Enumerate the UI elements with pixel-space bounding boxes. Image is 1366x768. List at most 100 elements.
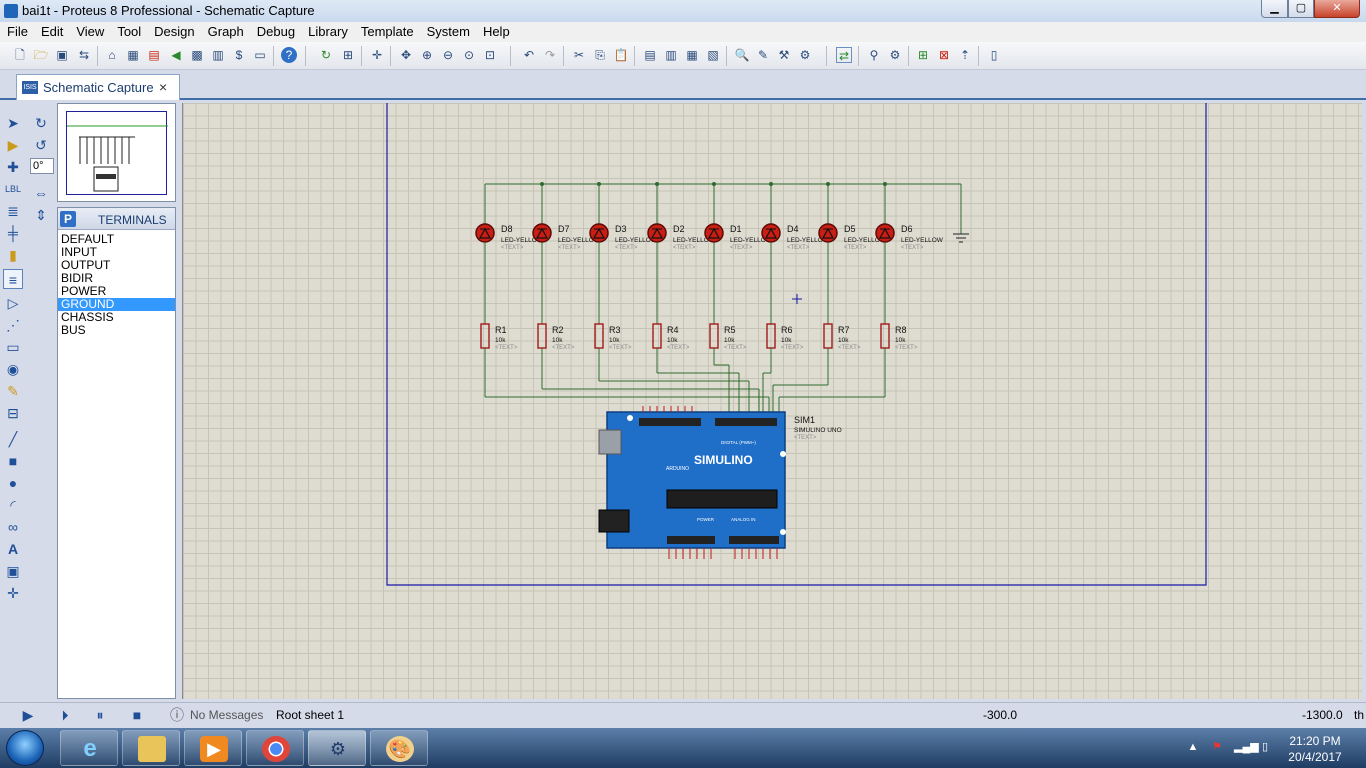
remove-sheet-icon[interactable]: ⊠ (936, 47, 952, 63)
circle-icon[interactable]: ● (3, 473, 23, 493)
menu-debug[interactable]: Debug (250, 22, 301, 39)
device-pins-icon[interactable]: ▷ (3, 293, 23, 313)
rotate-clockwise-icon[interactable]: ↻ (31, 113, 51, 133)
battery-icon[interactable]: ▯ (1258, 740, 1272, 754)
zoom-out-icon[interactable]: ⊖ (440, 47, 456, 63)
system-clock[interactable]: 21:20 PM 20/4/2017 (1280, 733, 1350, 765)
voltage-probe-icon[interactable]: ✎ (3, 381, 23, 401)
copy-icon[interactable]: ⎘ (592, 47, 608, 63)
pick-device-icon[interactable]: ✎ (755, 47, 771, 63)
block-rotate-icon[interactable]: ▦ (684, 47, 700, 63)
text-script-icon[interactable]: ≣ (3, 201, 23, 221)
menu-file[interactable]: File (0, 22, 34, 39)
action-center-icon[interactable]: ⚑ (1210, 740, 1224, 754)
menu-system[interactable]: System (420, 22, 476, 39)
undo-icon[interactable]: ↶ (521, 47, 537, 63)
bom-icon[interactable]: ▥ (210, 47, 226, 63)
play-button[interactable]: ▶ (20, 707, 36, 723)
packaging-icon[interactable]: ⚙ (797, 47, 813, 63)
pan-icon[interactable]: ✥ (398, 47, 414, 63)
graph-mode-icon[interactable]: ⋰ (3, 315, 23, 335)
origin-icon[interactable]: ✛ (369, 47, 385, 63)
import-icon[interactable]: ⇆ (76, 47, 92, 63)
rotate-anticlockwise-icon[interactable]: ↺ (31, 135, 51, 155)
tab-close-icon[interactable]: × (159, 79, 167, 95)
arc-icon[interactable]: ◜ (3, 495, 23, 515)
block-delete-icon[interactable]: ▧ (705, 47, 721, 63)
mirror-vertical-icon[interactable]: ⇕ (31, 205, 51, 225)
menu-edit[interactable]: Edit (34, 22, 69, 39)
zoom-all-icon[interactable]: ⊙ (461, 47, 477, 63)
zoom-area-icon[interactable]: ⊡ (482, 47, 498, 63)
marker-icon[interactable]: ✛ (3, 583, 23, 603)
symbol-icon[interactable]: ▣ (3, 561, 23, 581)
menu-help[interactable]: Help (476, 22, 516, 39)
taskbar-media[interactable]: ▶ (184, 730, 242, 766)
show-hidden-icons-icon[interactable]: ▲ (1186, 740, 1200, 754)
terminals-mode-icon[interactable]: ≡ (3, 269, 23, 289)
taskbar-ie[interactable]: e (60, 730, 118, 766)
tab-schematic-capture[interactable]: ISIS Schematic Capture × (16, 74, 180, 100)
pcb-icon[interactable]: ▤ (146, 47, 162, 63)
close-button[interactable]: ✕ (1314, 0, 1360, 18)
redo-icon[interactable]: ↷ (542, 47, 558, 63)
pause-button[interactable]: ⏸ (92, 707, 108, 723)
refresh-icon[interactable]: ↻ (318, 47, 334, 63)
menu-tool[interactable]: Tool (110, 22, 147, 39)
messages-status[interactable]: No Messages (190, 708, 263, 722)
subcircuit-icon[interactable]: ▮ (3, 245, 23, 265)
maximize-button[interactable]: ▢ (1288, 0, 1314, 18)
block-copy-icon[interactable]: ▤ (642, 47, 658, 63)
menu-view[interactable]: View (69, 22, 110, 39)
taskbar-proteus[interactable]: ⚙ (308, 730, 366, 766)
paste-icon[interactable]: 📋 (613, 47, 629, 63)
netlist-icon[interactable]: ▯ (986, 47, 1002, 63)
new-sheet-icon[interactable]: ⊞ (915, 47, 931, 63)
menu-design[interactable]: Design (147, 22, 200, 39)
new-file-icon[interactable]: 🗋 (12, 47, 28, 63)
buses-icon[interactable]: ╪ (3, 223, 23, 243)
path-icon[interactable]: ∞ (3, 517, 23, 537)
find-icon[interactable]: ⚲ (866, 47, 882, 63)
3d-view-icon[interactable]: ▩ (189, 47, 205, 63)
line-icon[interactable]: ╱ (3, 429, 23, 449)
pick-devices-button[interactable]: P (60, 211, 76, 227)
mirror-horizontal-icon[interactable]: ⇔ (31, 183, 51, 203)
home-icon[interactable]: ⌂ (104, 47, 120, 63)
schematic-icon[interactable]: ▦ (125, 47, 141, 63)
cut-icon[interactable]: ✂ (571, 47, 587, 63)
rotation-angle-field[interactable]: 0° (30, 158, 54, 174)
stop-button[interactable]: ■ (129, 707, 145, 723)
network-icon[interactable]: ▂▄▆ (1234, 740, 1259, 754)
help-icon[interactable]: ? (281, 47, 297, 63)
wire-label-icon[interactable]: LBL (3, 179, 23, 199)
generator-icon[interactable]: ◉ (3, 359, 23, 379)
selection-mode-icon[interactable]: ➤ (3, 113, 23, 133)
taskbar-chrome[interactable] (246, 730, 304, 766)
tape-recorder-icon[interactable]: ▭ (3, 337, 23, 357)
open-folder-icon[interactable]: 🗁 (33, 47, 49, 63)
save-icon[interactable]: ▣ (54, 47, 70, 63)
goto-sheet-icon[interactable]: ⇡ (957, 47, 973, 63)
search-icon[interactable]: 🔍 (734, 47, 750, 63)
overview-window[interactable] (57, 103, 187, 202)
wire-autorouter-icon[interactable]: ⇄ (836, 47, 852, 63)
grid-toggle-icon[interactable]: ⊞ (340, 47, 356, 63)
box-icon[interactable]: ■ (3, 451, 23, 471)
step-button[interactable]: ⏵ (57, 707, 73, 723)
junction-dot-icon[interactable]: ✚ (3, 157, 23, 177)
terminal-item[interactable]: BUS (58, 324, 175, 337)
schematic-canvas[interactable]: D8 LED-YELLOW <TEXT> R1 10k <TEXT> D7 LED-YELLO… (182, 103, 1362, 699)
notes-icon[interactable]: $ (231, 47, 247, 63)
menu-graph[interactable]: Graph (201, 22, 250, 39)
component-mode-icon[interactable]: ▶ (3, 135, 23, 155)
property-tool-icon[interactable]: ⚙ (887, 47, 903, 63)
taskbar-explorer[interactable] (122, 730, 180, 766)
text-icon[interactable]: A (3, 539, 23, 559)
minimize-button[interactable]: ▁ (1261, 0, 1288, 18)
virtual-instruments-icon[interactable]: ⊟ (3, 403, 23, 423)
taskbar-paint[interactable]: 🎨 (370, 730, 428, 766)
make-device-icon[interactable]: ⚒ (776, 47, 792, 63)
zoom-in-icon[interactable]: ⊕ (419, 47, 435, 63)
start-button[interactable] (6, 730, 44, 766)
